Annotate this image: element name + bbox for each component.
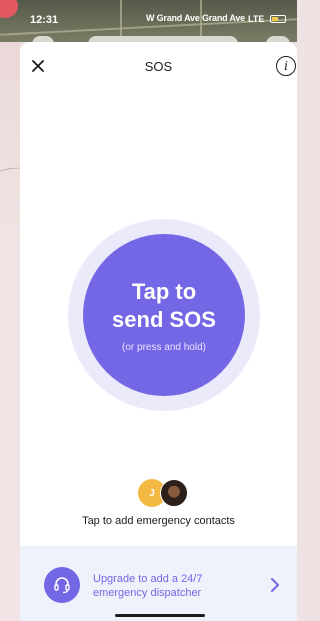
sos-sheet: SOS i Tap to send SOS (or press and hold… — [20, 42, 297, 621]
info-button[interactable]: i — [276, 56, 296, 76]
sos-label-line1: Tap to — [131, 278, 197, 304]
info-icon: i — [284, 59, 288, 73]
chevron-right-icon — [271, 578, 279, 592]
signal-indicator: LTE — [248, 14, 265, 24]
status-bar: 12:31 W Grand Ave Grand Ave LTE — [0, 0, 297, 42]
battery-icon — [270, 15, 286, 23]
background-map-edge — [0, 0, 20, 621]
sos-hint: (or press and hold) — [122, 341, 206, 353]
emergency-contact-avatars[interactable]: J — [138, 479, 194, 509]
home-indicator[interactable] — [115, 614, 205, 617]
headset-icon-badge — [44, 567, 80, 603]
sheet-header: SOS i — [20, 42, 297, 90]
map-marker — [0, 0, 18, 18]
upgrade-line1: Upgrade to add a 24/7 — [93, 573, 203, 585]
page-title: SOS — [144, 59, 173, 74]
map-street-label: W Grand Ave Grand Ave — [146, 13, 245, 23]
add-emergency-contacts-link[interactable]: Tap to add emergency contacts — [20, 515, 297, 527]
upgrade-line2: emergency dispatcher — [93, 587, 202, 599]
headset-icon — [54, 577, 70, 594]
sos-label-line2: send SOS — [112, 306, 216, 332]
upgrade-dispatcher-banner[interactable]: Upgrade to add a 24/7 emergency dispatch… — [20, 546, 297, 621]
avatar-photo — [160, 479, 188, 507]
send-sos-button[interactable]: Tap to send SOS (or press and hold) — [83, 234, 245, 396]
upgrade-text: Upgrade to add a 24/7 emergency dispatch… — [93, 572, 253, 600]
status-time: 12:31 — [30, 14, 59, 26]
